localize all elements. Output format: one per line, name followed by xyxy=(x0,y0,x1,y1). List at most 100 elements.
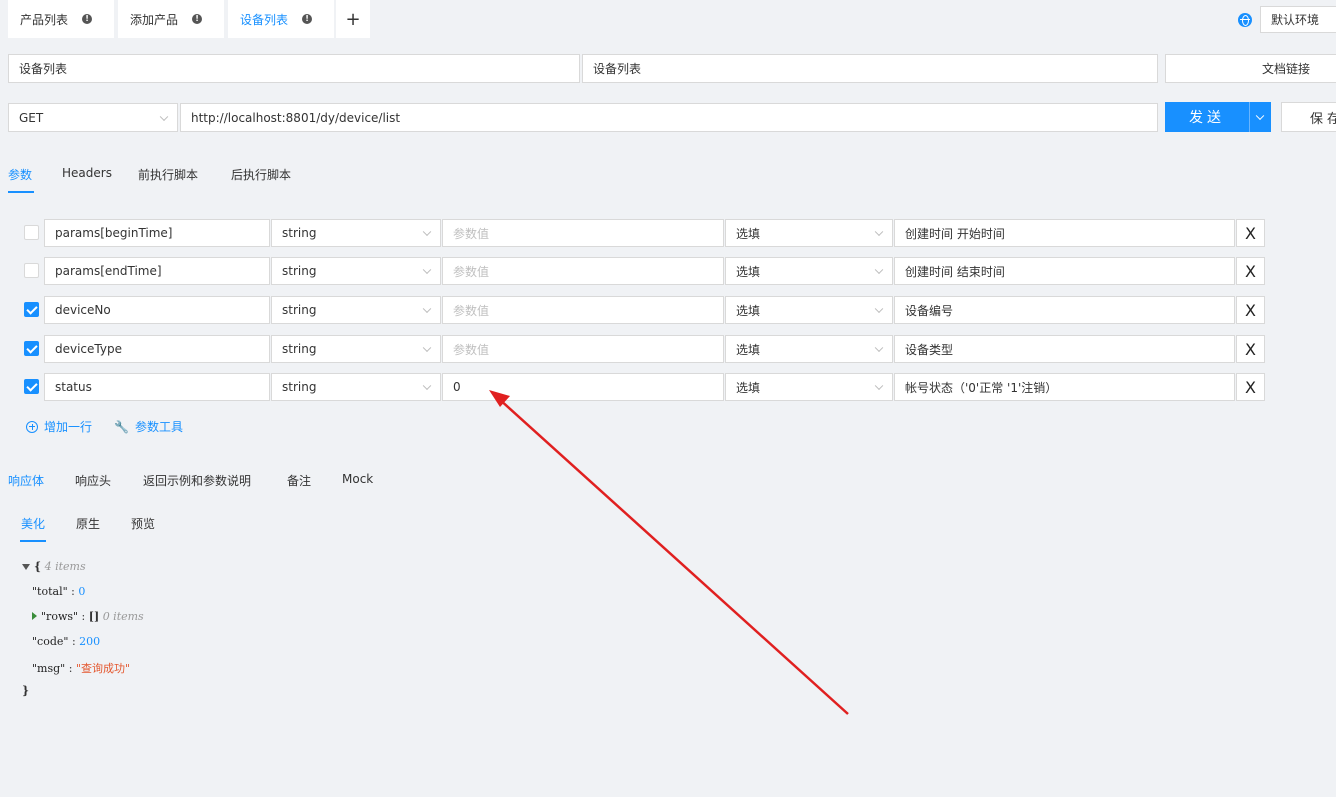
tab-params[interactable]: 参数 xyxy=(8,166,32,183)
tab-product-list[interactable]: 产品列表 ! xyxy=(8,0,114,38)
tab-response-body[interactable]: 响应体 xyxy=(8,472,44,489)
request-folder-input[interactable]: 设备列表 xyxy=(582,54,1158,83)
add-row-label: 增加一行 xyxy=(44,420,93,434)
chevron-down-icon xyxy=(422,343,432,353)
param-required-select[interactable]: 选填 xyxy=(725,257,893,285)
param-checkbox[interactable] xyxy=(24,263,39,278)
param-checkbox[interactable] xyxy=(24,379,39,394)
chevron-down-icon xyxy=(422,265,432,275)
delete-row-icon[interactable]: X xyxy=(1236,257,1265,285)
chevron-down-icon xyxy=(874,381,884,391)
doc-link-input[interactable]: 文档链接 xyxy=(1165,54,1336,83)
param-required-value: 选填 xyxy=(736,380,761,395)
param-required-value: 选填 xyxy=(736,226,761,241)
json-separator: : xyxy=(67,585,79,598)
param-description-input[interactable]: 创建时间 结束时间 xyxy=(894,257,1235,285)
json-value: [] xyxy=(88,610,100,623)
info-icon[interactable]: ! xyxy=(82,14,93,24)
expand-icon[interactable] xyxy=(32,612,37,620)
send-dropdown-button[interactable] xyxy=(1249,102,1271,132)
delete-row-icon[interactable]: X xyxy=(1236,219,1265,247)
param-type-select[interactable]: string xyxy=(271,373,441,401)
param-name-input[interactable]: status xyxy=(44,373,270,401)
param-name-input[interactable]: params[endTime] xyxy=(44,257,270,285)
info-icon[interactable]: ! xyxy=(192,14,203,24)
tab-notes[interactable]: 备注 xyxy=(287,472,311,489)
send-button[interactable]: 发送 xyxy=(1165,102,1271,132)
param-value-input[interactable]: 参数值 xyxy=(442,296,724,324)
param-name-input[interactable]: deviceNo xyxy=(44,296,270,324)
add-row-button[interactable]: 增加一行 xyxy=(26,418,92,435)
param-checkbox[interactable] xyxy=(24,341,39,356)
chevron-down-icon xyxy=(874,304,884,314)
param-description-input[interactable]: 创建时间 开始时间 xyxy=(894,219,1235,247)
param-description-input[interactable]: 设备编号 xyxy=(894,296,1235,324)
active-tab-indicator xyxy=(20,540,46,542)
chevron-down-icon xyxy=(422,304,432,314)
method-select[interactable]: GET xyxy=(8,103,178,132)
environment-selector[interactable]: 默认环境 xyxy=(1238,6,1336,33)
json-separator: : xyxy=(78,610,89,623)
param-value-input[interactable]: 参数值 xyxy=(442,335,724,363)
tab-add-product[interactable]: 添加产品 ! xyxy=(118,0,224,38)
method-value: GET xyxy=(19,110,44,125)
json-open-brace: { xyxy=(34,560,42,573)
tab-label: 设备列表 xyxy=(240,12,289,27)
chevron-down-icon xyxy=(422,381,432,391)
tab-label: 添加产品 xyxy=(130,12,179,27)
param-description-input[interactable]: 帐号状态（'0'正常 '1'注销） xyxy=(894,373,1235,401)
param-name-input[interactable]: params[beginTime] xyxy=(44,219,270,247)
request-name-input[interactable]: 设备列表 xyxy=(8,54,580,83)
param-name-input[interactable]: deviceType xyxy=(44,335,270,363)
delete-row-icon[interactable]: X xyxy=(1236,373,1265,401)
tab-raw[interactable]: 原生 xyxy=(76,515,100,532)
param-required-select[interactable]: 选填 xyxy=(725,335,893,363)
tab-mock[interactable]: Mock xyxy=(342,472,373,486)
environment-select[interactable]: 默认环境 xyxy=(1260,6,1336,33)
param-required-select[interactable]: 选填 xyxy=(725,373,893,401)
tab-headers[interactable]: Headers xyxy=(62,166,112,180)
param-type-select[interactable]: string xyxy=(271,296,441,324)
tab-response-examples[interactable]: 返回示例和参数说明 xyxy=(143,472,251,489)
add-tab-icon[interactable]: + xyxy=(336,0,370,38)
param-type-select[interactable]: string xyxy=(271,257,441,285)
param-tool-button[interactable]: 🔧 参数工具 xyxy=(114,418,183,435)
json-separator: : xyxy=(68,635,80,648)
json-close-brace: } xyxy=(22,684,29,697)
param-checkbox[interactable] xyxy=(24,302,39,317)
json-item-count: 0 items xyxy=(102,610,144,623)
json-entry-msg: "msg" : "查询成功" xyxy=(32,660,130,676)
param-value-input[interactable]: 参数值 xyxy=(442,219,724,247)
tab-bar: 产品列表 ! 添加产品 ! 设备列表 ! + 默认环境 xyxy=(0,0,1336,40)
info-icon[interactable]: ! xyxy=(302,14,313,24)
param-required-select[interactable]: 选填 xyxy=(725,296,893,324)
json-key: "msg" xyxy=(32,662,66,675)
active-tab-indicator xyxy=(8,191,34,193)
param-type-select[interactable]: string xyxy=(271,335,441,363)
json-entry-rows[interactable]: "rows" : [] 0 items xyxy=(32,610,144,623)
param-required-select[interactable]: 选填 xyxy=(725,219,893,247)
chevron-down-icon xyxy=(874,343,884,353)
tab-response-headers[interactable]: 响应头 xyxy=(75,472,111,489)
tab-post-script[interactable]: 后执行脚本 xyxy=(231,166,291,183)
param-type-select[interactable]: string xyxy=(271,219,441,247)
json-root-line[interactable]: { 4 items xyxy=(22,560,86,573)
chevron-down-icon xyxy=(422,227,432,237)
save-button[interactable]: 保存 xyxy=(1281,102,1336,132)
delete-row-icon[interactable]: X xyxy=(1236,296,1265,324)
param-row: deviceType string 参数值 选填 设备类型 X xyxy=(24,335,1266,363)
param-checkbox[interactable] xyxy=(24,225,39,240)
param-description-input[interactable]: 设备类型 xyxy=(894,335,1235,363)
tab-pre-script[interactable]: 前执行脚本 xyxy=(138,166,198,183)
tab-device-list[interactable]: 设备列表 ! xyxy=(228,0,334,38)
tab-preview[interactable]: 预览 xyxy=(131,515,155,532)
collapse-icon[interactable] xyxy=(22,564,30,570)
param-type-value: string xyxy=(282,226,317,240)
json-value: "查询成功" xyxy=(75,662,131,675)
url-input[interactable]: http://localhost:8801/dy/device/list xyxy=(180,103,1158,132)
delete-row-icon[interactable]: X xyxy=(1236,335,1265,363)
param-value-input[interactable]: 参数值 xyxy=(442,257,724,285)
param-value-input[interactable]: 0 xyxy=(442,373,724,401)
tab-beautify[interactable]: 美化 xyxy=(21,515,45,532)
tab-label: 产品列表 xyxy=(20,12,69,27)
